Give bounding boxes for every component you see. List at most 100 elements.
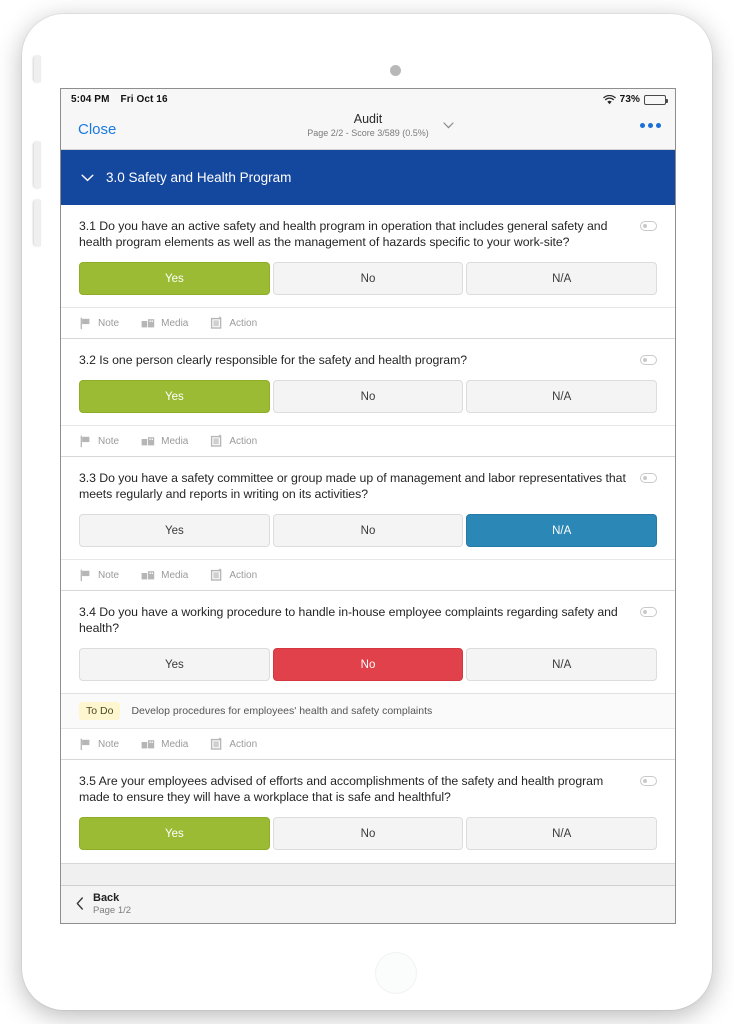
image-icon [141, 570, 155, 579]
question-card: 3.5 Are your employees advised of effort… [61, 760, 675, 864]
tablet-screen: 5:04 PM Fri Oct 16 73% Close Audit Page … [60, 88, 676, 924]
answer-button-group: Yes No N/A [79, 380, 658, 413]
note-label: Note [98, 569, 120, 581]
answer-na-button[interactable]: N/A [466, 262, 658, 295]
toggle-switch-icon[interactable] [640, 473, 657, 483]
media-label: Media [161, 569, 189, 581]
media-action[interactable]: Media [141, 569, 188, 582]
home-button[interactable] [375, 952, 417, 994]
media-action[interactable]: Media [141, 738, 188, 751]
chevron-down-icon[interactable] [443, 120, 454, 132]
clipboard-icon [211, 434, 222, 447]
device-volume-down-button[interactable] [34, 200, 41, 246]
action-label: Action [229, 435, 258, 447]
close-button[interactable]: Close [78, 121, 116, 138]
answer-button-group: Yes No N/A [79, 648, 658, 681]
answer-na-button[interactable]: N/A [466, 648, 658, 681]
media-action[interactable]: Media [141, 435, 188, 448]
clipboard-icon [211, 568, 222, 581]
question-text: 3.5 Are your employees advised of effort… [79, 774, 604, 804]
ios-status-bar: 5:04 PM Fri Oct 16 73% [61, 89, 675, 110]
back-button[interactable]: Back Page 1/2 [76, 892, 131, 917]
answer-no-button[interactable]: No [272, 380, 464, 413]
answer-no-button[interactable]: No [272, 817, 464, 850]
answer-na-button[interactable]: N/A [466, 514, 658, 547]
flag-icon [80, 569, 90, 581]
more-options-icon[interactable] [640, 123, 661, 128]
answer-yes-button[interactable]: Yes [79, 514, 270, 547]
flag-icon [80, 435, 90, 447]
answer-yes-button[interactable]: Yes [79, 817, 270, 850]
clipboard-icon [211, 316, 222, 329]
back-page-label: Page 1/2 [93, 905, 132, 916]
action-label: Action [229, 569, 258, 581]
question-text: 3.3 Do you have a safety committee or gr… [79, 471, 626, 501]
page-title: Audit [353, 112, 383, 126]
action-action[interactable]: Action [210, 316, 257, 330]
media-action[interactable]: Media [141, 317, 188, 330]
page-subtitle: Page 2/2 - Score 3/589 (0.5%) [307, 128, 429, 138]
action-action[interactable]: Action [210, 737, 257, 751]
answer-no-button[interactable]: No [272, 262, 464, 295]
answer-button-group: Yes No N/A [79, 817, 658, 850]
media-label: Media [161, 435, 189, 447]
note-label: Note [98, 738, 120, 750]
section-title: 3.0 Safety and Health Program [106, 170, 292, 185]
meta-action-row: Note Media Action [61, 425, 675, 456]
question-card: 3.4 Do you have a working procedure to h… [61, 591, 675, 760]
question-text-row: 3.2 Is one person clearly responsible fo… [79, 352, 657, 368]
question-text: 3.1 Do you have an active safety and hea… [79, 219, 608, 249]
device-power-button[interactable] [34, 56, 41, 82]
question-card: 3.3 Do you have a safety committee or gr… [61, 457, 675, 591]
section-header-safety-and-health-program[interactable]: 3.0 Safety and Health Program [61, 150, 675, 205]
meta-action-row: Note Media Action [61, 559, 675, 590]
todo-row[interactable]: To Do Develop procedures for employees' … [61, 693, 675, 728]
question-text: 3.4 Do you have a working procedure to h… [79, 605, 618, 635]
answer-na-button[interactable]: N/A [466, 817, 658, 850]
meta-action-row: Note Media Action [61, 728, 675, 759]
todo-badge: To Do [79, 702, 121, 720]
question-text-row: 3.5 Are your employees advised of effort… [79, 773, 657, 805]
answer-yes-button[interactable]: Yes [79, 380, 270, 413]
chevron-down-icon [81, 171, 94, 184]
clipboard-icon [211, 737, 222, 750]
note-action[interactable]: Note [79, 435, 119, 448]
answer-button-group: Yes No N/A [79, 514, 658, 547]
status-date: Fri Oct 16 [120, 94, 168, 105]
wifi-icon [602, 94, 616, 105]
answer-yes-button[interactable]: Yes [79, 648, 270, 681]
question-text-row: 3.4 Do you have a working procedure to h… [79, 604, 657, 636]
nav-title-block: Audit Page 2/2 - Score 3/589 (0.5%) [61, 112, 675, 139]
answer-yes-button[interactable]: Yes [79, 262, 270, 295]
note-action[interactable]: Note [79, 317, 119, 330]
toggle-switch-icon[interactable] [640, 607, 657, 617]
answer-na-button[interactable]: N/A [466, 380, 658, 413]
question-text-row: 3.1 Do you have an active safety and hea… [79, 218, 657, 250]
action-label: Action [229, 317, 258, 329]
chevron-left-icon [76, 896, 84, 913]
flag-icon [80, 738, 90, 750]
battery-icon [644, 94, 668, 105]
question-card: 3.1 Do you have an active safety and hea… [61, 205, 675, 339]
media-label: Media [161, 317, 189, 329]
toggle-switch-icon[interactable] [640, 776, 657, 786]
action-action[interactable]: Action [210, 434, 257, 448]
battery-percent: 73% [619, 94, 640, 105]
note-label: Note [98, 435, 120, 447]
toggle-switch-icon[interactable] [640, 221, 657, 231]
device-volume-up-button[interactable] [34, 142, 41, 188]
question-text-row: 3.3 Do you have a safety committee or gr… [79, 470, 657, 502]
meta-action-row: Note Media Action [61, 307, 675, 338]
note-action[interactable]: Note [79, 738, 119, 751]
answer-no-button[interactable]: No [272, 648, 464, 681]
toggle-switch-icon[interactable] [640, 355, 657, 365]
action-action[interactable]: Action [210, 568, 257, 582]
image-icon [141, 739, 155, 748]
status-time: 5:04 PM [71, 94, 110, 105]
media-label: Media [161, 738, 189, 750]
image-icon [141, 318, 155, 327]
answer-no-button[interactable]: No [272, 514, 464, 547]
note-action[interactable]: Note [79, 569, 119, 582]
question-text: 3.2 Is one person clearly responsible fo… [79, 353, 468, 367]
question-list[interactable]: 3.1 Do you have an active safety and hea… [61, 205, 675, 885]
